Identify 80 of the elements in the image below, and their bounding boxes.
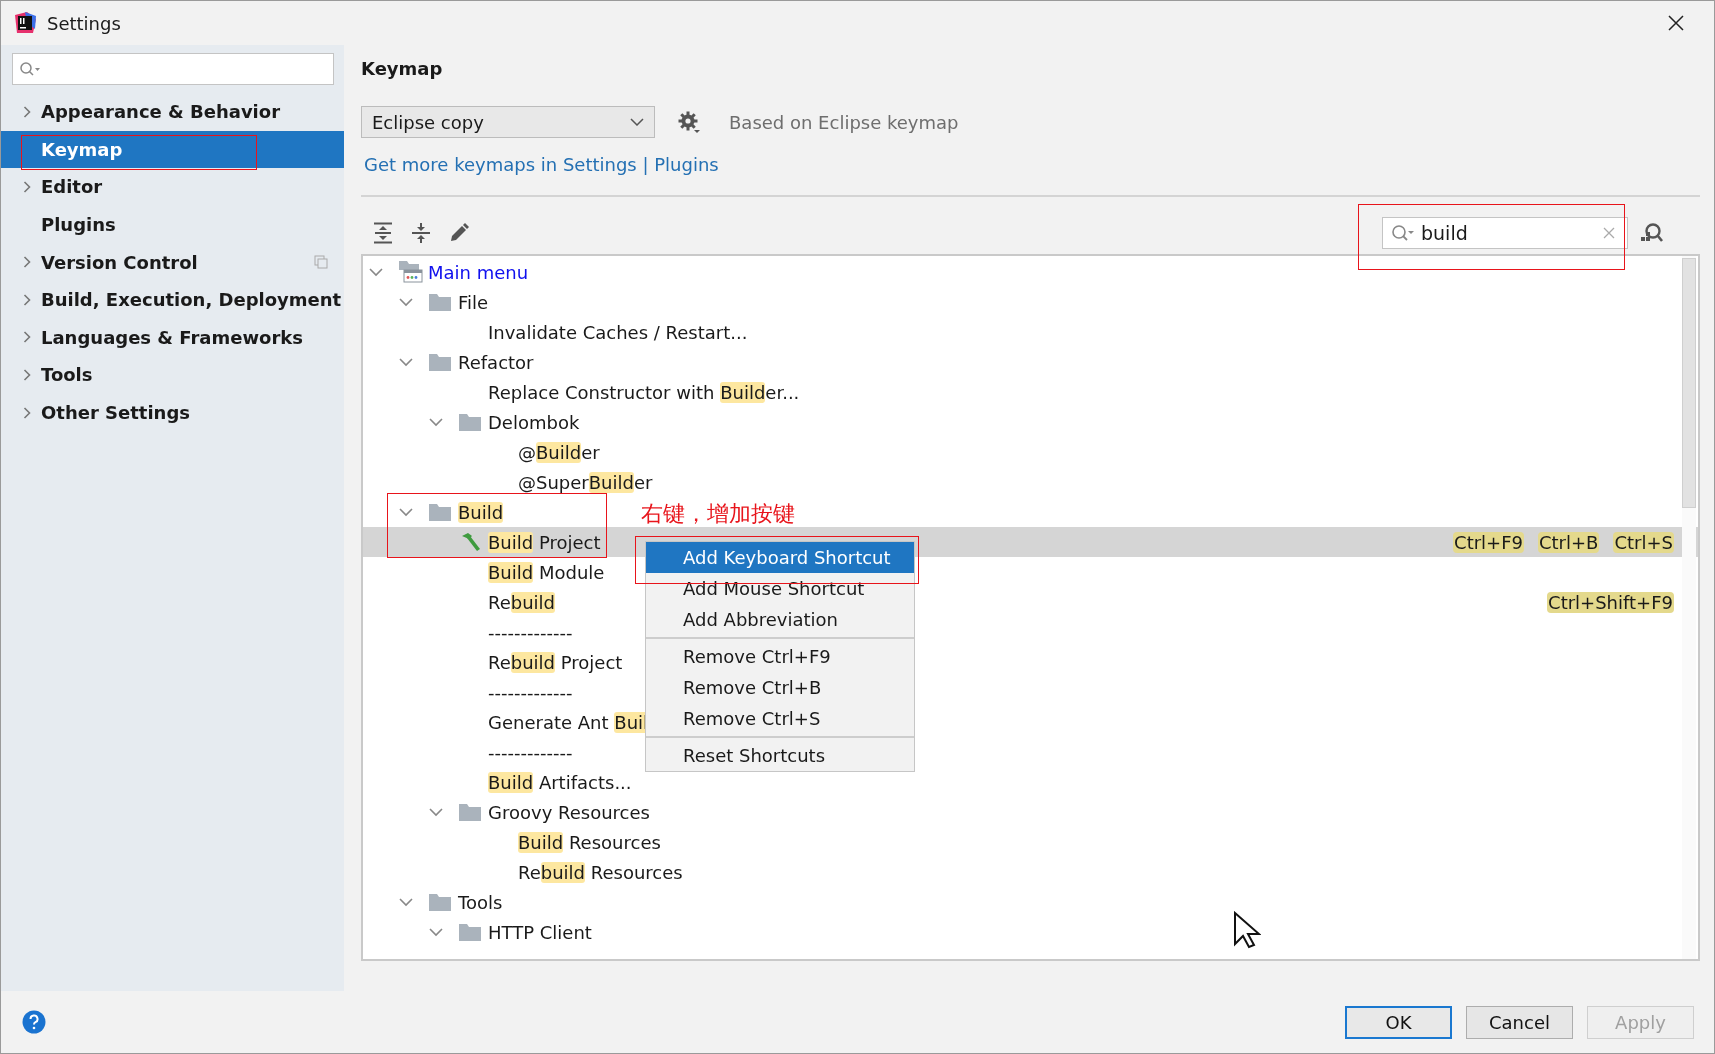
chevron-down-icon[interactable] [399,897,413,907]
menu-item[interactable]: Add Mouse Shortcut [646,573,914,604]
folder-icon [459,923,481,941]
tree-item-label[interactable]: Main menu [428,261,529,283]
chevron-down-icon[interactable] [369,267,383,277]
folder-icon [429,503,451,521]
tree-item-label[interactable]: @SuperBuilder [518,471,653,493]
shortcut-chip: Ctrl+F9 [1453,531,1524,553]
sidebar-item[interactable]: Build, Execution, Deployment [1,280,344,319]
tree-item-label[interactable]: Build Project [488,531,601,553]
settings-icon[interactable] [677,110,701,134]
dialog-button[interactable]: OK [1345,1005,1452,1039]
chevron-down-icon[interactable] [399,297,413,307]
tree-item-label[interactable]: Replace Constructor with Builder... [488,381,800,403]
clear-icon[interactable] [1603,226,1615,239]
expand-all-icon[interactable] [373,221,393,244]
chevron-down-icon[interactable] [429,807,443,817]
tree-item-label[interactable]: Build Artifacts... [488,771,632,793]
folder-icon [429,353,451,371]
tree-item-label[interactable]: HTTP Client [488,921,592,943]
tree-item-label[interactable]: Groovy Resources [488,801,650,823]
window-title: Settings [47,12,121,34]
menu-item[interactable]: Add Abbreviation [646,604,914,635]
based-on-label: Based on Eclipse keymap [729,111,959,133]
tree-item-label[interactable]: Refactor [458,351,534,373]
tree-item-label[interactable]: Build [458,501,504,523]
folder-icon [459,413,481,431]
tree-item-label[interactable]: Build Resources [518,831,661,853]
scrollbar-thumb[interactable] [1682,258,1696,508]
chevron-down-icon[interactable] [399,507,413,517]
chevron-down-icon[interactable] [429,417,443,427]
sidebar-item[interactable]: Editor [1,168,344,206]
sidebar-item[interactable]: Keymap [1,130,344,169]
tree-item-label[interactable]: Rebuild Project [488,651,623,673]
search-field[interactable]: build [1382,216,1628,249]
plugins-link[interactable]: Get more keymaps in Settings | Plugins [364,154,719,175]
menu-item[interactable]: Reset Shortcuts [646,740,914,771]
dialog-button[interactable]: Cancel [1466,1005,1573,1039]
tree-item-label[interactable]: Build Module [488,561,605,583]
search-icon [19,61,41,77]
chevron-down-icon[interactable] [429,927,443,937]
edit-icon[interactable] [449,222,469,243]
app-logo-icon [13,11,37,35]
tree-item-label[interactable]: ------------- [488,621,573,643]
shortcut-chip: Ctrl+S [1613,531,1674,553]
shortcut-chip: Ctrl+Shift+F9 [1547,591,1674,613]
tree-item-label[interactable]: ------------- [488,741,573,763]
tree-item-label[interactable]: Rebuild Resources [518,861,683,883]
menu-folder-icon [399,261,423,283]
sidebar-item[interactable]: Plugins [1,205,344,244]
tree-item-label[interactable]: Tools [458,891,503,913]
chevron-down-icon[interactable] [399,357,413,367]
search-field[interactable] [12,53,334,85]
tree-item-label[interactable]: Delombok [488,411,580,433]
cursor-icon [1233,911,1261,949]
close-icon[interactable] [1668,15,1684,31]
menu-item[interactable]: Remove Ctrl+B [646,672,914,703]
folder-icon [459,803,481,821]
help-icon[interactable] [22,1010,46,1034]
sidebar-item[interactable]: Languages & Frameworks [1,318,344,357]
tree-item-label[interactable]: File [458,291,489,313]
page-title: Keymap [361,58,444,81]
folder-icon [429,893,451,911]
folder-icon [429,293,451,311]
tree-item-label[interactable]: Invalidate Caches / Restart... [488,321,748,343]
annotation-text: 右键，增加按键 [641,503,795,525]
sidebar-item[interactable]: Appearance & Behavior [1,93,344,131]
find-shortcut-icon[interactable] [1640,221,1664,244]
chevron-down-icon [630,118,644,126]
tree-item-label[interactable]: ------------- [488,681,573,703]
menu-item[interactable]: Remove Ctrl+F9 [646,641,914,672]
collapse-all-icon[interactable] [411,221,431,244]
menu-item[interactable]: Add Keyboard Shortcut [646,542,914,573]
sidebar-item[interactable]: Other Settings [1,393,344,432]
shortcut-chip: Ctrl+B [1538,531,1600,553]
sidebar-item[interactable]: Version Control [1,243,344,281]
search-icon [1391,223,1415,242]
sidebar-item[interactable]: Tools [1,356,344,394]
menu-item[interactable]: Remove Ctrl+S [646,703,914,734]
keymap-dropdown[interactable]: Eclipse copy [361,106,655,138]
